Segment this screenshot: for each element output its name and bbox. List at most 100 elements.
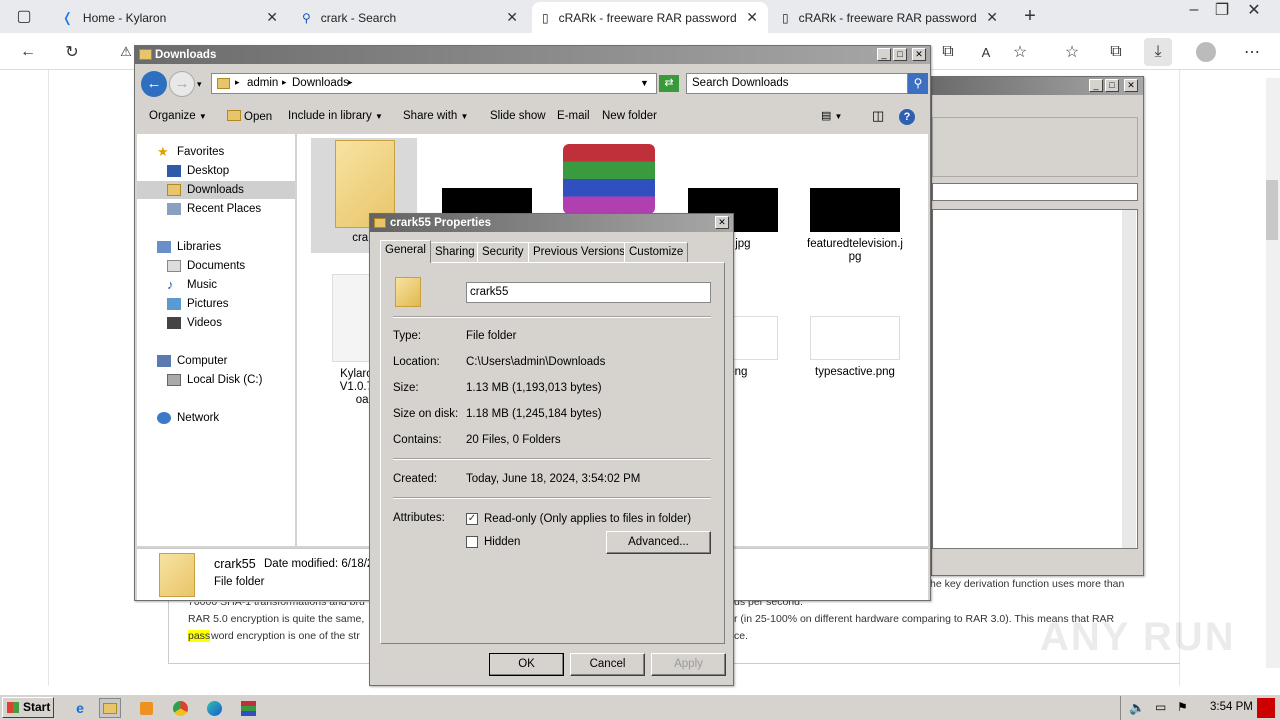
nav-network[interactable]: Network [157,412,219,424]
type-label: Type: [393,330,422,342]
advanced-button[interactable]: Advanced... [606,531,711,554]
file-item-winrar[interactable] [559,144,659,214]
chevron-down-icon[interactable]: ▼ [640,78,649,88]
nav-local-disk[interactable]: Local Disk (C:) [167,374,262,386]
nav-music[interactable]: ♪ Music [167,278,217,291]
start-button[interactable]: Start [2,697,54,718]
nav-computer[interactable]: Computer [157,355,228,367]
browser-tab-bar: ▢ ❬ Home - Kylaron ✕ ⚲ crark - Search ✕ … [0,0,1280,33]
file-item-typesactive[interactable]: typesactive.png [805,316,905,379]
nav-videos[interactable]: Videos [167,317,222,329]
open-button[interactable]: Open [227,110,272,123]
nav-pictures[interactable]: Pictures [167,298,229,310]
close-window-icon[interactable]: ✕ [1240,0,1268,24]
close-button[interactable]: ✕ [1124,79,1138,92]
app-icon[interactable]: ⧉ [934,38,962,66]
read-aloud-icon[interactable]: A [972,38,1000,66]
restore-icon[interactable]: ❐ [1208,0,1236,24]
minimize-button[interactable]: _ [877,48,891,61]
refresh-button[interactable]: ⇄ [659,75,679,92]
include-in-library-button[interactable]: Include in library ▼ [288,110,383,122]
help-icon[interactable]: ? [899,109,915,125]
readonly-checkbox[interactable]: ✓ [466,513,478,525]
flag-icon[interactable]: ⚑ [1177,700,1188,714]
search-button[interactable]: ⚲ [908,73,928,94]
winrar-icon [563,144,655,214]
network-tray-icon[interactable]: ▭ [1155,700,1166,714]
minimize-icon[interactable]: – [1180,0,1208,24]
tab-home-kylaron[interactable]: ❬ Home - Kylaron ✕ [52,2,288,33]
close-icon[interactable]: ✕ [986,9,998,26]
collections-icon[interactable]: ⧉ [1102,38,1130,66]
apply-button[interactable]: Apply [651,653,726,676]
edge-taskbar-icon[interactable] [203,698,225,718]
share-with-button[interactable]: Share with ▼ [403,110,468,122]
view-icon[interactable]: ▤ ▼ [821,109,842,122]
preview-pane-icon[interactable]: ◫ [872,108,884,124]
winrar-taskbar-icon[interactable] [237,698,259,718]
breadcrumb-downloads[interactable]: Downloads [292,77,349,89]
close-icon[interactable]: ✕ [266,9,278,26]
recent-pages-icon[interactable]: ▾ [197,79,202,90]
chevron-right-icon[interactable]: ▸ [348,77,353,88]
list-area[interactable] [932,209,1138,549]
nav-documents[interactable]: Documents [167,260,245,272]
chrome-icon[interactable] [169,698,191,718]
more-icon[interactable]: ⋯ [1238,38,1266,66]
nav-recent-places[interactable]: Recent Places [167,203,261,215]
page-scrollbar[interactable] [1266,78,1280,668]
breadcrumb-admin[interactable]: admin [247,77,278,89]
search-input[interactable]: Search Downloads [686,73,908,94]
tab-crark-search[interactable]: ⚲ crark - Search ✕ [292,2,528,33]
volume-icon[interactable]: 🔈 [1129,700,1145,716]
scrollbar[interactable] [1122,210,1136,548]
cancel-button[interactable]: Cancel [570,653,645,676]
page-scrollbar-thumb[interactable] [1266,180,1278,240]
folder-name-input[interactable]: crark55 [466,282,711,303]
close-icon[interactable]: ✕ [506,9,518,26]
forward-button[interactable]: → [169,71,195,97]
file-item-featuredtelevision[interactable]: featuredtelevision.jpg [805,188,905,264]
email-button[interactable]: E-mail [557,110,590,122]
organize-button[interactable]: Organize ▼ [149,110,207,122]
tab-previous-versions[interactable]: Previous Versions [528,242,631,262]
notification-icon[interactable] [1257,698,1275,718]
close-icon[interactable]: ✕ [746,9,758,26]
clock[interactable]: 3:54 PM [1210,701,1253,713]
nav-favorites[interactable]: ★ Favorites [157,145,224,158]
profile-icon[interactable] [1192,38,1220,66]
pictures-icon [167,298,181,310]
tab-actions-icon[interactable]: ▢ [10,2,38,30]
new-tab-icon[interactable]: + [1016,2,1044,30]
explorer-taskbar-icon[interactable] [99,698,121,718]
tab-security[interactable]: Security [477,242,529,262]
maximize-button[interactable]: □ [1105,79,1119,92]
add-favorite-icon[interactable]: ☆ [1006,38,1034,66]
refresh-icon[interactable]: ↻ [58,38,86,66]
chevron-right-icon[interactable]: ▸ [282,77,287,88]
ok-button[interactable]: OK [489,653,564,676]
maximize-button[interactable]: □ [893,48,907,61]
favorites-icon[interactable]: ☆ [1058,38,1086,66]
close-button[interactable]: ✕ [912,48,926,61]
media-player-icon[interactable] [135,698,157,718]
downloads-icon[interactable]: ⤓ [1144,38,1172,66]
tab-crark-active[interactable]: ▯ cRARk - freeware RAR password ✕ [532,2,768,33]
new-folder-button[interactable]: New folder [602,110,657,122]
address-bar[interactable]: ▸ admin ▸ Downloads ▸ ▼ [211,73,657,94]
nav-libraries[interactable]: Libraries [157,241,221,253]
close-button[interactable]: ✕ [715,216,729,229]
minimize-button[interactable]: _ [1089,79,1103,92]
back-icon[interactable]: ← [14,38,42,66]
dropdown[interactable] [932,183,1138,201]
tab-crark-2[interactable]: ▯ cRARk - freeware RAR password ✕ [772,2,1008,33]
hidden-checkbox[interactable] [466,536,478,548]
nav-downloads[interactable]: Downloads [167,184,244,196]
slide-show-button[interactable]: Slide show [490,110,546,122]
back-button[interactable]: ← [141,71,167,97]
ie-icon[interactable]: e [69,698,91,718]
nav-desktop[interactable]: Desktop [167,165,229,177]
tab-sharing[interactable]: Sharing [430,242,480,262]
tab-customize[interactable]: Customize [624,242,689,262]
tab-general[interactable]: General [380,240,431,263]
